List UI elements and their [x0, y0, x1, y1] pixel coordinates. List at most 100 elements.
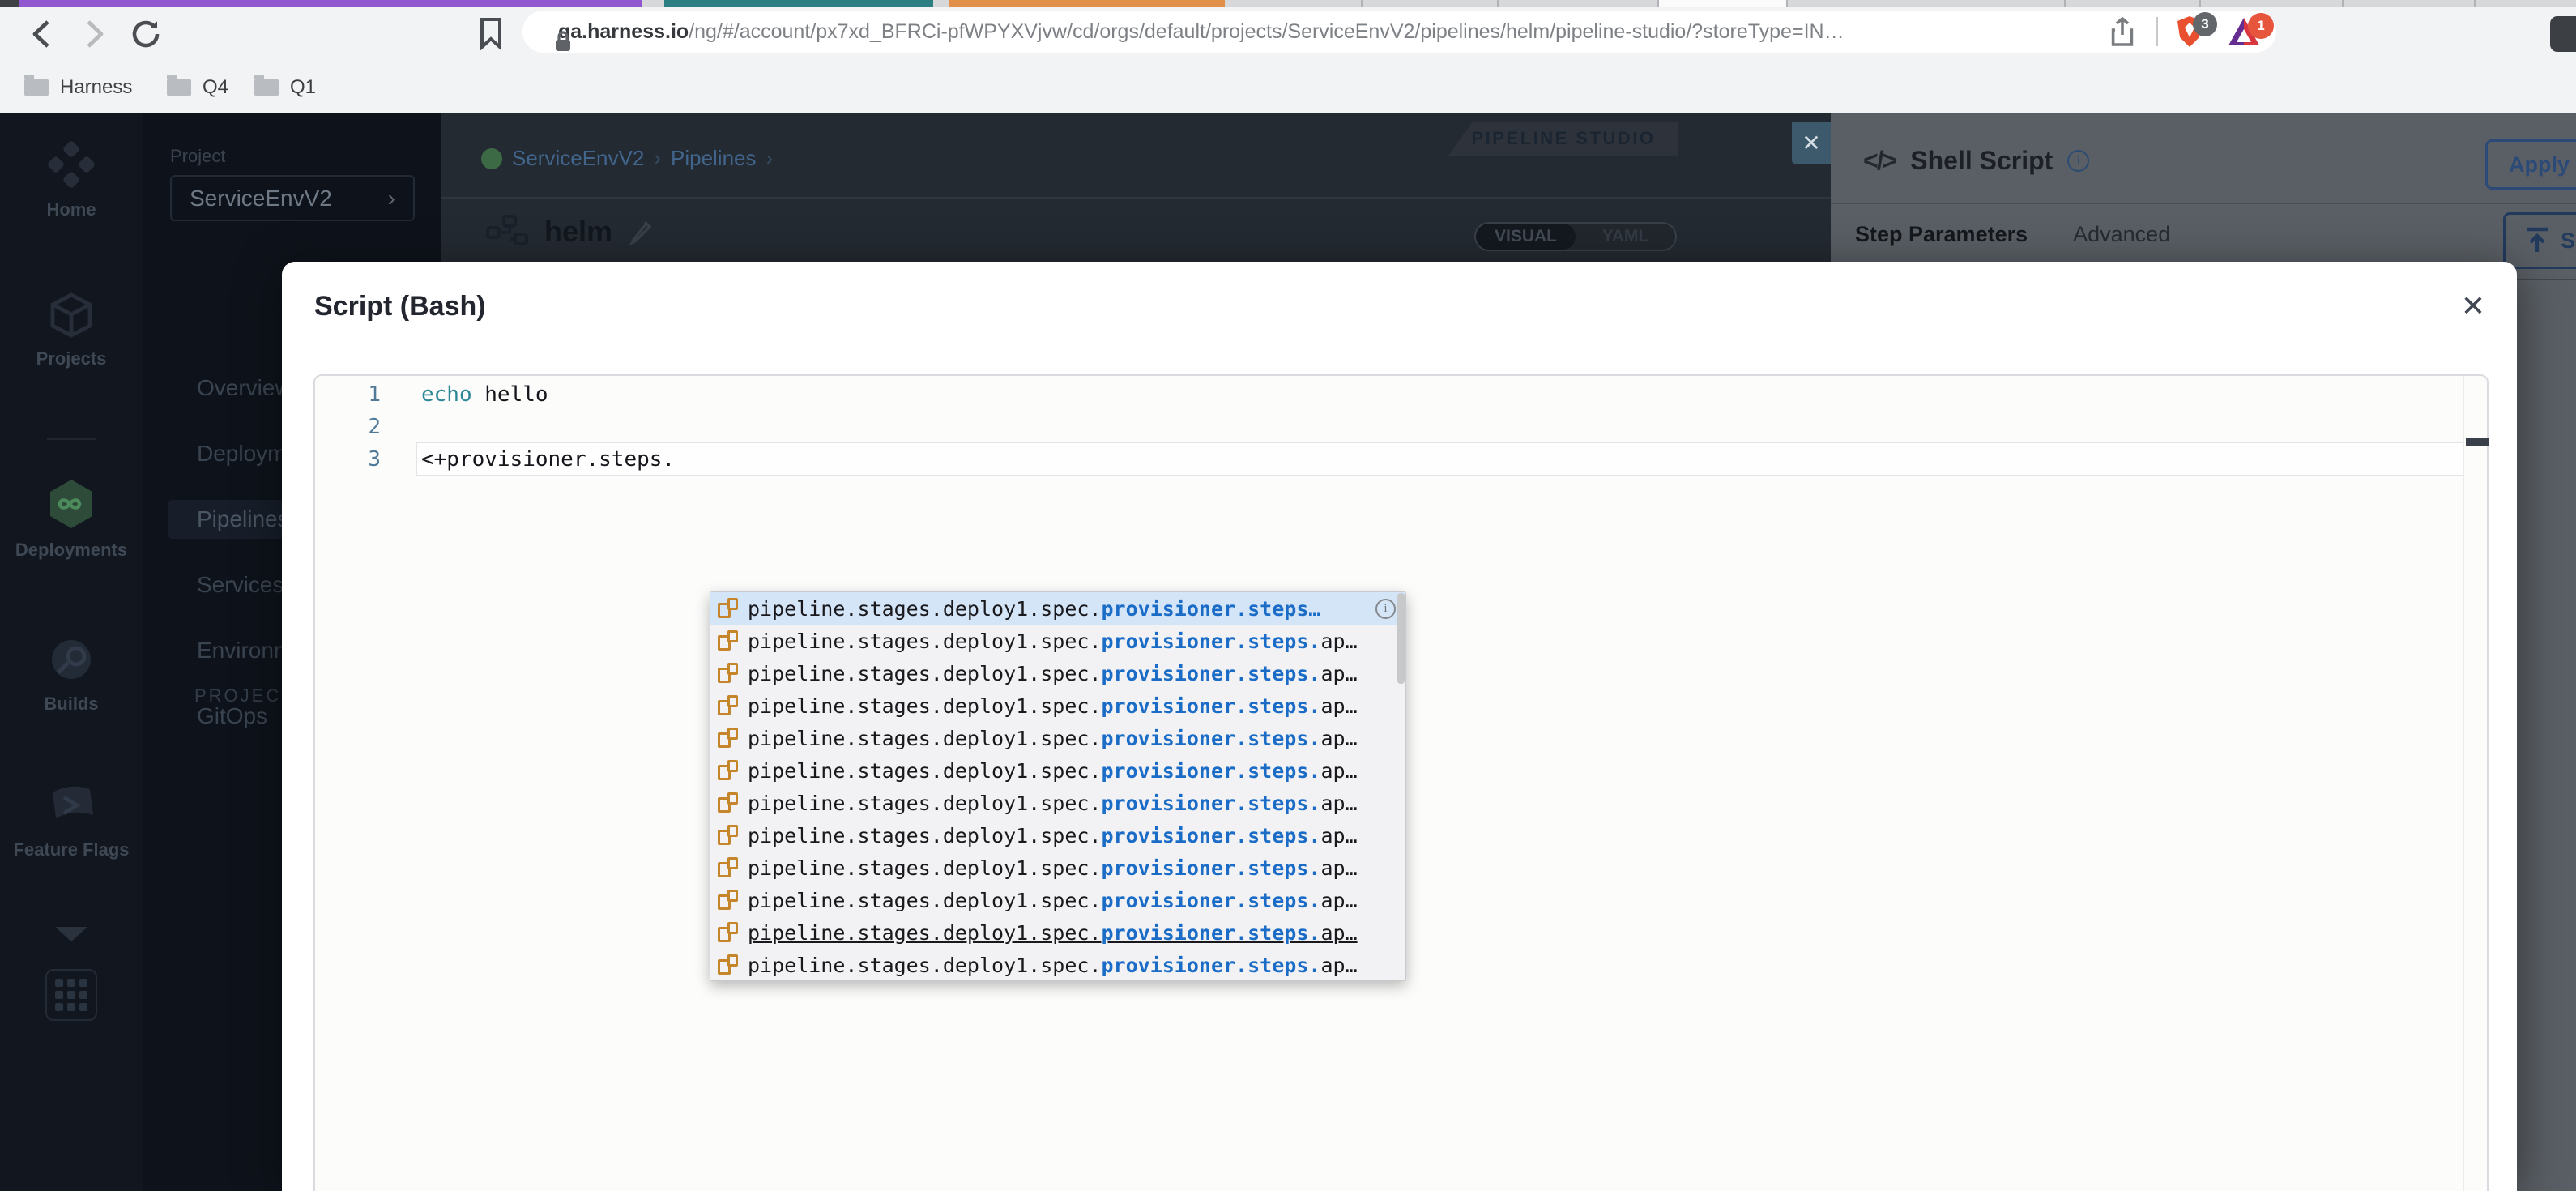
suggestion-item[interactable]: pipeline.stages.deploy1.spec.provisioner… — [710, 689, 1405, 722]
chevron-right-icon: › — [387, 185, 395, 211]
bookmark-folder[interactable]: Harness — [24, 75, 132, 99]
share-icon[interactable] — [2106, 15, 2139, 48]
project-label: Project — [170, 146, 226, 166]
sidebar-scroll-chevron[interactable] — [0, 924, 143, 945]
bookmark-folder[interactable]: Q4 — [167, 75, 228, 99]
sidebar-item-projects[interactable]: Projects — [0, 290, 143, 369]
script-modal: Script (Bash) ✕ 1 echo hello 2 3 <+provi… — [282, 262, 2517, 1191]
suggestion-item[interactable]: pipeline.stages.deploy1.spec.provisioner… — [710, 592, 1405, 625]
apply-changes-button[interactable]: Apply Ch — [2485, 139, 2576, 190]
divider — [2156, 17, 2158, 46]
project-selector[interactable]: ServiceEnvV2 › — [170, 175, 415, 221]
suggestion-item[interactable]: pipeline.stages.deploy1.spec.provisioner… — [710, 884, 1405, 916]
suggestion-item[interactable]: pipeline.stages.deploy1.spec.provisioner… — [710, 819, 1405, 852]
shield-badge: 3 — [2193, 12, 2217, 36]
suggestion-item[interactable]: pipeline.stages.deploy1.spec.provisioner… — [710, 625, 1405, 657]
cursor-position-marker — [2466, 438, 2489, 446]
sidebar-item-home[interactable]: Home — [0, 138, 143, 220]
suggestion-item[interactable]: pipeline.stages.deploy1.spec.provisioner… — [710, 949, 1405, 980]
forward-button[interactable] — [76, 16, 112, 52]
lock-icon — [552, 30, 574, 53]
divider — [1831, 203, 2576, 204]
snippet-icon — [717, 856, 740, 879]
toggle-yaml[interactable]: YAML — [1576, 224, 1675, 250]
snippet-icon — [717, 727, 740, 749]
builds-icon — [52, 640, 91, 679]
tab-advanced[interactable]: Advanced — [2073, 222, 2170, 247]
folder-icon — [24, 75, 49, 96]
tab-group-segment[interactable] — [0, 0, 19, 7]
info-icon[interactable]: i — [1375, 598, 1396, 619]
sidebar-item-feature-flags[interactable]: Feature Flags — [0, 779, 143, 860]
browser-tab-strip[interactable] — [0, 0, 2576, 7]
deployments-icon — [50, 480, 92, 528]
tab-group-teal[interactable] — [664, 0, 933, 7]
visual-yaml-toggle[interactable]: VISUAL YAML — [1474, 222, 1677, 251]
suggestion-item[interactable]: pipeline.stages.deploy1.spec.provisioner… — [710, 722, 1405, 754]
breadcrumb-pipelines-link[interactable]: Pipelines — [671, 146, 757, 171]
suggestion-item[interactable]: pipeline.stages.deploy1.spec.provisioner… — [710, 787, 1405, 819]
current-line-highlight — [416, 442, 2464, 476]
url-text: qa.harness.io/ng/#/account/px7xd_BFRCi-p… — [558, 19, 1845, 43]
active-tab-segment[interactable] — [1657, 0, 1786, 7]
pipeline-graph-icon — [486, 215, 528, 245]
snippet-icon — [717, 630, 740, 652]
folder-icon — [254, 75, 279, 96]
suggestion-item[interactable]: pipeline.stages.deploy1.spec.provisioner… — [710, 916, 1405, 949]
back-button[interactable] — [24, 16, 60, 52]
snippet-icon — [717, 662, 740, 685]
project-dot-icon — [481, 147, 502, 169]
pipeline-studio-chip: PIPELINE STUDIO — [1448, 122, 1678, 156]
suggestion-item[interactable]: pipeline.stages.deploy1.spec.provisioner… — [710, 754, 1405, 787]
tab-step-parameters[interactable]: Step Parameters — [1855, 222, 2028, 247]
address-bar[interactable]: qa.harness.io/ng/#/account/px7xd_BFRCi-p… — [522, 11, 2276, 53]
snippet-icon — [717, 921, 740, 944]
snippet-icon — [717, 954, 740, 976]
feature-flags-icon — [53, 786, 93, 818]
browser-menu-icon[interactable] — [2550, 16, 2576, 52]
pipeline-title-row: helm — [486, 215, 653, 249]
step-panel-tabs: Step Parameters Advanced — [1855, 222, 2170, 247]
modal-close-button[interactable]: ✕ — [2453, 286, 2493, 327]
bookmark-folder[interactable]: Q1 — [254, 75, 316, 99]
bookmark-icon[interactable] — [473, 16, 509, 52]
snippet-icon — [717, 824, 740, 847]
divider — [47, 438, 96, 440]
sidebar-item-builds[interactable]: Builds — [0, 634, 143, 715]
suggestion-item[interactable]: pipeline.stages.deploy1.spec.provisioner… — [710, 852, 1405, 884]
code-icon: </> — [1863, 146, 1897, 175]
nav-sidebar: Home Projects Deployments Builds Feature… — [0, 113, 143, 1191]
browser-chrome: qa.harness.io/ng/#/account/px7xd_BFRCi-p… — [0, 0, 2576, 113]
snippet-icon — [717, 759, 740, 782]
tab-group-orange[interactable] — [949, 0, 1225, 7]
toggle-visual[interactable]: VISUAL — [1476, 224, 1576, 250]
step-title: Shell Script — [1910, 146, 2054, 175]
sidebar-item-deployments[interactable]: Deployments — [0, 476, 143, 561]
breadcrumb: ServiceEnvV2 › Pipelines › — [481, 146, 773, 171]
studio-close-button[interactable]: ✕ — [1792, 122, 1831, 164]
suggestion-item[interactable]: pipeline.stages.deploy1.spec.provisioner… — [710, 657, 1405, 689]
divider — [441, 197, 1831, 198]
overview-ruler — [2463, 376, 2464, 1191]
projects-icon — [50, 292, 92, 338]
pipeline-studio-header: ServiceEnvV2 › Pipelines › PIPELINE STUD… — [441, 113, 1831, 262]
snippet-icon — [717, 889, 740, 911]
chevron-down-icon — [55, 927, 87, 941]
info-icon[interactable]: i — [2067, 150, 2090, 172]
step-panel-header: </> Shell Script i — [1863, 146, 2090, 176]
pipeline-name: helm — [544, 215, 613, 248]
scrollbar-thumb[interactable] — [1397, 593, 1405, 684]
snippet-icon — [717, 792, 740, 814]
upload-icon — [2527, 227, 2548, 252]
script-editor[interactable]: 1 echo hello 2 3 <+provisioner.steps. pi… — [313, 374, 2489, 1191]
reload-button[interactable] — [126, 15, 165, 53]
breadcrumb-project-link[interactable]: ServiceEnvV2 — [512, 146, 644, 171]
module-picker-button[interactable] — [45, 969, 97, 1021]
tab-group-purple[interactable] — [19, 0, 642, 7]
rewards-badge: 1 — [2248, 13, 2274, 39]
edit-pencil-icon[interactable] — [629, 219, 653, 245]
autocomplete-dropdown: pipeline.stages.deploy1.spec.provisioner… — [710, 591, 1406, 981]
folder-icon — [167, 75, 191, 96]
save-as-template-button[interactable]: S — [2503, 212, 2576, 269]
home-icon — [48, 141, 95, 188]
